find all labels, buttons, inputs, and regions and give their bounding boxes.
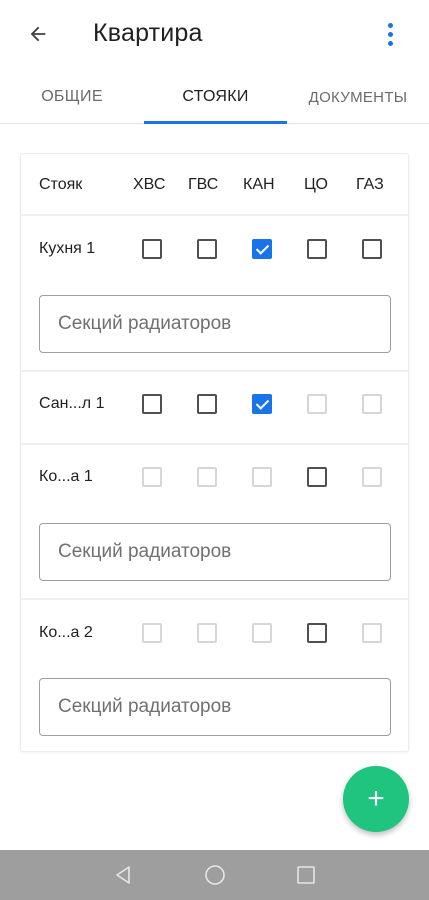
header-riser: Стояк [39,176,83,193]
more-menu-button[interactable] [378,18,402,50]
checkbox-kitchen1-hvs[interactable] [142,239,162,259]
app-bar: Квартира [0,0,429,68]
row-label: Ко...а 2 [39,624,93,641]
radiator-sections-input[interactable]: Секций радиаторов [39,295,391,353]
row-divider [21,370,408,372]
checkbox-kitchen1-kan[interactable] [252,239,272,259]
recents-square-icon[interactable] [294,863,318,887]
checkbox-room1-kan [252,467,272,487]
tab-documents[interactable]: ДОКУМЕНТЫ [287,70,429,124]
tab-risers[interactable]: СТОЯКИ [144,70,287,124]
header-col-hvs: ХВС [133,176,166,193]
header-col-co: ЦО [304,176,328,193]
checkbox-room1-co[interactable] [307,467,327,487]
header-col-gaz: ГАЗ [356,176,384,193]
checkbox-room2-gvs [197,623,217,643]
checkbox-bathroom1-gaz [362,394,382,414]
checkbox-kitchen1-co[interactable] [307,239,327,259]
add-riser-button[interactable]: + [343,766,409,832]
plus-icon: + [367,782,385,815]
checkbox-room2-kan [252,623,272,643]
back-button[interactable] [22,18,54,50]
arrow-back-icon [30,26,46,42]
home-circle-icon[interactable] [203,863,227,887]
tab-bar: ОБЩИЕ СТОЯКИ ДОКУМЕНТЫ [0,70,429,124]
row-label: Ко...а 1 [39,468,93,485]
row-label: Сан...л 1 [39,395,105,412]
checkbox-room1-hvs [142,467,162,487]
radiator-sections-input[interactable]: Секций радиаторов [39,678,391,736]
more-vert-icon [387,22,393,28]
tab-general[interactable]: ОБЩИЕ [0,70,144,124]
header-col-gvs: ГВС [188,176,219,193]
row-divider [21,598,408,600]
checkbox-bathroom1-kan[interactable] [252,394,272,414]
checkbox-room2-co[interactable] [307,623,327,643]
checkbox-room2-gaz [362,623,382,643]
more-vert-dot [387,31,393,37]
checkbox-room2-hvs [142,623,162,643]
checkbox-room1-gvs [197,467,217,487]
more-vert-dot [387,40,393,46]
table-header: Стояк ХВС ГВС КАН ЦО ГАЗ [21,154,408,216]
back-triangle-icon[interactable] [111,863,135,887]
row-label: Кухня 1 [39,240,96,257]
checkbox-bathroom1-hvs[interactable] [142,394,162,414]
row-divider [21,443,408,445]
header-col-kan: КАН [243,176,275,193]
system-nav-bar [0,850,429,900]
checkbox-kitchen1-gvs[interactable] [197,239,217,259]
active-tab-indicator [144,121,287,124]
checkbox-room1-gaz [362,467,382,487]
risers-card: Стояк ХВС ГВС КАН ЦО ГАЗ Кухня 1 Секций … [20,153,409,752]
checkbox-bathroom1-co [307,394,327,414]
radiator-sections-input[interactable]: Секций радиаторов [39,523,391,581]
checkbox-kitchen1-gaz[interactable] [362,239,382,259]
page-title: Квартира [93,19,203,47]
checkbox-bathroom1-gvs[interactable] [197,394,217,414]
